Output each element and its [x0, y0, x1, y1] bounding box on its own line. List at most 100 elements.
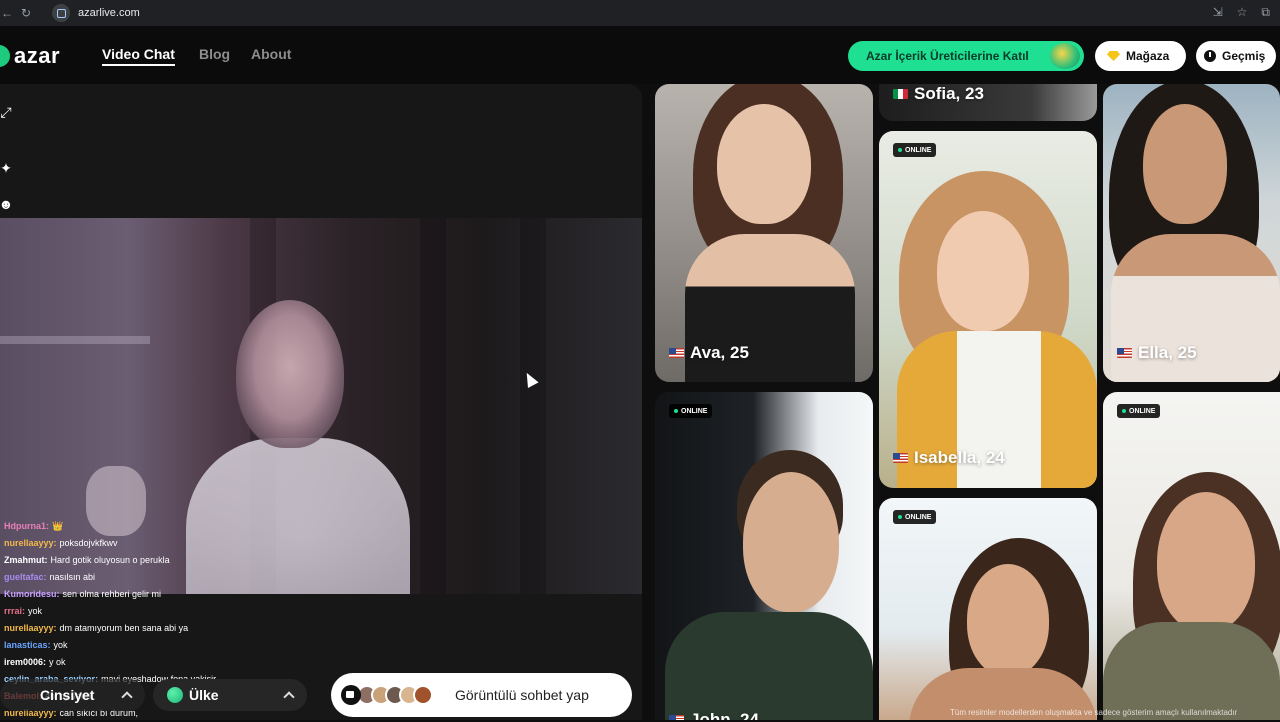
- chat-username[interactable]: irem0006:: [4, 657, 46, 667]
- disclaimer-text: Tüm resimler modellerden oluşmakta ve sa…: [950, 708, 1238, 717]
- logo-badge-icon: [0, 45, 10, 67]
- chat-message: nurellaayyy: dm atamıyorum ben sana abi y…: [4, 620, 524, 637]
- chat-text: dm atamıyorum ben sana abi ya: [59, 623, 189, 633]
- store-label: Mağaza: [1126, 49, 1170, 63]
- profile-card-ella[interactable]: Ella, 25: [1103, 84, 1280, 382]
- us-flag-icon: [669, 348, 684, 358]
- clock-icon: [1204, 50, 1216, 62]
- us-flag-icon: [669, 715, 684, 720]
- chat-message: Kumoridesu: sen olma rehberi gelir mi: [4, 586, 524, 603]
- online-badge: ONLINE: [669, 404, 713, 418]
- store-button[interactable]: Mağaza: [1095, 41, 1186, 71]
- gender-filter-label: Cinsiyet: [40, 687, 95, 703]
- chat-message: irem0006: y ok: [4, 654, 524, 671]
- online-badge: ONLINE: [893, 510, 937, 524]
- chevron-up-icon: [283, 691, 295, 703]
- video-camera-icon: [341, 685, 361, 705]
- background-shelf: [0, 336, 150, 344]
- profile-photo-face: [1157, 492, 1255, 632]
- profile-name-text: Ava, 25: [690, 343, 749, 362]
- creator-join-label: Azar İçerik Üreticilerine Katıl: [866, 49, 1029, 63]
- chat-message: Zmahmut: Hard gotik oluyosun o perukla: [4, 552, 524, 569]
- chat-username[interactable]: gueltafac:: [4, 572, 47, 582]
- profile-name: John, 24: [669, 710, 759, 720]
- profile-photo-torso: [665, 612, 873, 720]
- extensions-icon[interactable]: ⧉: [1261, 5, 1270, 20]
- profile-name: Ella, 25: [1117, 343, 1197, 363]
- chat-message: lanasticas: yok: [4, 637, 524, 654]
- profile-card-john[interactable]: ONLINE John, 24: [655, 392, 873, 720]
- profile-card-isabella[interactable]: ONLINE Isabella, 24: [879, 131, 1097, 488]
- creator-badge-icon: [1050, 43, 1080, 69]
- chat-message: rrrai: yok: [4, 603, 524, 620]
- profile-photo-face: [937, 211, 1029, 331]
- effects-sparkle-icon[interactable]: ✦: [0, 158, 16, 178]
- avatar: [413, 685, 433, 705]
- chat-username[interactable]: nurellaayyy:: [4, 623, 57, 633]
- country-filter[interactable]: Ülke: [153, 679, 307, 711]
- profile-card-sofia[interactable]: Sofia, 23: [879, 84, 1097, 121]
- profile-name: Ava, 25: [669, 343, 749, 363]
- gender-filter[interactable]: Cinsiyet: [0, 679, 145, 711]
- chat-text: Hard gotik oluyosun o perukla: [50, 555, 170, 565]
- gem-icon: [1107, 51, 1120, 61]
- us-flag-icon: [893, 453, 908, 463]
- address-bar[interactable]: azarlive.com: [52, 3, 1202, 23]
- chat-username[interactable]: Zmahmut:: [4, 555, 48, 565]
- chat-username[interactable]: rrrai:: [4, 606, 25, 616]
- profile-name-text: John, 24: [690, 710, 759, 720]
- online-badge: ONLINE: [1117, 404, 1161, 418]
- chat-username[interactable]: Kumoridesu:: [4, 589, 60, 599]
- profile-photo-face: [1143, 104, 1227, 224]
- profile-photo-face: [967, 564, 1049, 676]
- fullscreen-icon[interactable]: ⤢: [0, 102, 16, 122]
- azar-logo[interactable]: azar: [0, 43, 60, 69]
- profile-photo-torso: [1103, 622, 1280, 720]
- history-button[interactable]: Geçmiş: [1196, 41, 1276, 71]
- chat-text: y ok: [49, 657, 66, 667]
- chevron-up-icon: [121, 691, 133, 703]
- online-badge: ONLINE: [893, 143, 937, 157]
- chat-text: sen olma rehberi gelir mi: [62, 589, 162, 599]
- nav-video-chat[interactable]: Video Chat: [102, 46, 175, 66]
- browser-toolbar: ← ↻ azarlive.com ⇲ ☆ ⧉: [0, 0, 1280, 26]
- bookmark-star-icon[interactable]: ☆: [1237, 5, 1248, 20]
- us-flag-icon: [1117, 348, 1132, 358]
- logo-text: azar: [14, 43, 61, 68]
- chat-message: Hdpurna1: 👑: [4, 518, 524, 535]
- site-info-icon[interactable]: [52, 4, 70, 22]
- reload-icon[interactable]: ↻: [14, 6, 38, 20]
- url-text[interactable]: azarlive.com: [78, 7, 140, 19]
- italy-flag-icon: [893, 89, 908, 99]
- chat-message: gueltafac: nasılsın abi: [4, 569, 524, 586]
- profile-card-ava[interactable]: Ava, 25: [655, 84, 873, 382]
- profile-name: Sofia, 23: [893, 84, 984, 104]
- profile-card-5[interactable]: ONLINE: [879, 498, 1097, 720]
- streamer-head: [236, 300, 344, 448]
- profile-name-text: Ella, 25: [1138, 343, 1197, 362]
- site-header: azar Video Chat Blog About Azar İçerik Ü…: [0, 26, 1280, 84]
- chat-username[interactable]: lanasticas:: [4, 640, 51, 650]
- chat-text: yok: [28, 606, 43, 616]
- nav-blog[interactable]: Blog: [199, 46, 230, 62]
- creator-join-button[interactable]: Azar İçerik Üreticilerine Katıl: [848, 41, 1084, 71]
- profile-name-text: Isabella, 24: [914, 448, 1005, 467]
- start-video-chat-button[interactable]: Görüntülü sohbet yap: [331, 673, 632, 717]
- profile-name-text: Sofia, 23: [914, 84, 984, 103]
- chat-text: nasılsın abi: [49, 572, 96, 582]
- sticker-face-icon[interactable]: ☻: [0, 194, 16, 214]
- chat-text: yok: [53, 640, 68, 650]
- globe-icon: [167, 687, 183, 703]
- country-filter-label: Ülke: [189, 687, 219, 703]
- chat-text: poksdojvkfkwv: [59, 538, 118, 548]
- start-video-chat-label: Görüntülü sohbet yap: [455, 687, 589, 703]
- profile-photo-face: [743, 472, 839, 612]
- chat-username[interactable]: nurellaayyy:: [4, 538, 57, 548]
- install-app-icon[interactable]: ⇲: [1213, 5, 1223, 20]
- history-label: Geçmiş: [1222, 49, 1266, 63]
- profile-card-6[interactable]: ONLINE: [1103, 392, 1280, 720]
- chat-text: 👑: [52, 521, 64, 531]
- nav-about[interactable]: About: [251, 46, 291, 62]
- chat-username[interactable]: Hdpurna1:: [4, 521, 49, 531]
- back-icon[interactable]: ←: [0, 6, 14, 20]
